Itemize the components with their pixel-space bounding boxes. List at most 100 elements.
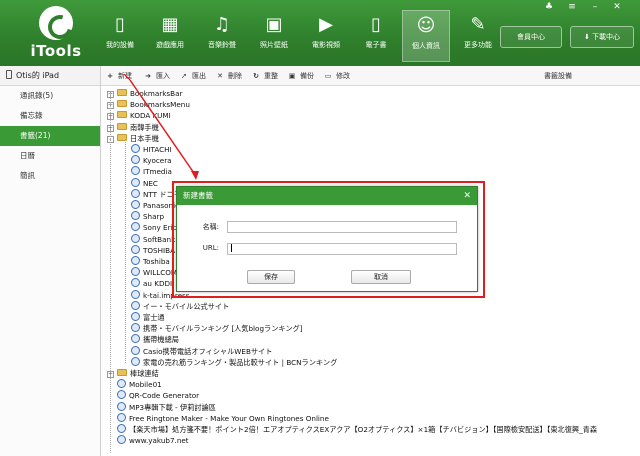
sidebar: Otis的 iPad 通訊錄(5) 備忘錄 書籤(21) 日曆 簡訊 — [0, 66, 101, 456]
bookmark-icon — [131, 312, 140, 321]
tree-bookmark[interactable]: QR-Code Generator — [107, 390, 199, 401]
download-center-button[interactable]: ⬇ 下載中心 — [570, 26, 634, 48]
refresh-button[interactable]: ↻ 重整 — [251, 66, 278, 86]
tree-item-label: au KDDI — [143, 279, 173, 289]
member-center-button[interactable]: 會員中心 — [500, 26, 562, 48]
tree-bookmark[interactable]: Mobile01 — [107, 379, 162, 390]
tree-bookmark[interactable]: 攜帶機總局 — [131, 334, 179, 345]
tree-item-label: Sharp — [143, 212, 165, 222]
nav-games-apps[interactable]: ▦ 遊戲應用 — [146, 10, 194, 62]
app-logo-text: iTools — [30, 42, 82, 60]
edit-button[interactable]: ▭ 修改 — [323, 66, 350, 86]
sidebar-item-calendar[interactable]: 日曆 — [0, 146, 100, 166]
nav-music[interactable]: ♫ 音樂鈴聲 — [198, 10, 246, 62]
save-icon: ▣ — [288, 72, 296, 80]
tree-bookmark[interactable]: Free Ringtone Maker - Make Your Own Ring… — [107, 412, 329, 424]
tree-bookmark[interactable]: ITmedia — [131, 166, 172, 177]
tree-bookmark[interactable]: TOSHIBA — [131, 244, 175, 256]
bookmark-icon — [117, 390, 126, 400]
app-logo: iTools — [20, 4, 92, 64]
folder-icon — [117, 89, 127, 96]
tree-bookmark[interactable]: Sharp — [131, 211, 164, 222]
url-input[interactable] — [227, 243, 457, 255]
nav-personal-info[interactable]: ☺ 個人資訊 — [402, 10, 450, 62]
export-icon: ➚ — [181, 72, 187, 80]
sidebar-item-bookmarks[interactable]: 書籤(21) — [0, 126, 100, 146]
nav-photos[interactable]: ▣ 照片壁紙 — [250, 10, 298, 62]
bookmark-icon — [131, 267, 140, 277]
nav-videos[interactable]: ▶ 電影視頻 — [302, 10, 350, 62]
tree-item-label: NEC — [143, 178, 158, 188]
bookmark-icon — [131, 155, 140, 165]
new-button[interactable]: + 新建 — [105, 66, 132, 86]
tree-bookmark[interactable]: Casio携帯電話オフィシャルWEBサイト — [131, 345, 273, 357]
tree-bookmark[interactable]: 富士通 — [131, 312, 165, 323]
tree-bookmark[interactable]: NEC — [131, 177, 158, 189]
phone-icon: ▯ — [115, 14, 125, 35]
nav-ebooks[interactable]: ▯ 電子書 — [352, 10, 400, 62]
tree-item-label: Kyocera — [143, 156, 172, 166]
sidebar-item-notes[interactable]: 備忘錄 — [0, 106, 100, 126]
tree-bookmark[interactable]: au KDDI — [131, 278, 172, 289]
delete-button[interactable]: ✕ 刪除 — [215, 66, 242, 86]
tree-bookmark[interactable]: 携帯・モバイルランキング [人気blogランキング] — [131, 323, 303, 334]
tree-item-label: BookmarksBar — [130, 89, 183, 98]
bookmark-icon — [131, 177, 140, 187]
bookmark-device-label[interactable]: 書籤設備 — [544, 66, 572, 86]
device-header[interactable]: Otis的 iPad — [0, 66, 100, 86]
itools-logo-icon — [39, 6, 73, 40]
dialog-close-icon[interactable]: ✕ — [463, 187, 471, 205]
tree-folder[interactable]: - 日本手機 — [107, 133, 159, 144]
plus-icon: + — [107, 72, 113, 80]
folder-icon — [117, 100, 127, 108]
itools-window: iTools ▯ 我的設備 ▦ 遊戲應用 ♫ 音樂鈴聲 ▣ 照片壁紙 ▶ 電影視… — [0, 0, 640, 456]
tree-bookmark[interactable]: イー・モバイル公式サイト — [131, 300, 229, 312]
bookmark-icon — [117, 412, 126, 422]
cancel-button[interactable]: 取消 — [351, 270, 411, 284]
tree-item-label: HITACHI — [143, 145, 172, 154]
nav-my-device[interactable]: ▯ 我的設備 — [96, 10, 144, 62]
url-label: URL: — [202, 244, 219, 252]
tree-folder[interactable]: + 南韓手機 — [107, 122, 159, 133]
folder-icon: ▭ — [324, 72, 332, 80]
tree-item-label: ITmedia — [143, 167, 172, 177]
tree-item-label: Casio携帯電話オフィシャルWEBサイト — [143, 346, 273, 356]
tree-bookmark[interactable]: WILLCOM — [131, 267, 177, 278]
bookmark-icon — [131, 233, 140, 243]
wrench-icon: ✎ — [470, 14, 486, 35]
tree-bookmark[interactable]: Kyocera — [131, 155, 172, 166]
apps-grid-icon: ▦ — [161, 14, 179, 35]
sidebar-item-messages[interactable]: 簡訊 — [0, 166, 100, 186]
tree-bookmark[interactable]: HITACHI — [131, 144, 172, 155]
tree-bookmark[interactable]: Toshiba — [131, 256, 170, 267]
save-button[interactable]: 保存 — [247, 270, 295, 284]
tree-item-label: 富士通 — [143, 313, 165, 322]
sidebar-item-contacts[interactable]: 通訊錄(5) — [0, 86, 100, 106]
import-button[interactable]: ➜ 匯入 — [143, 66, 170, 86]
tree-folder[interactable]: + 棒球連結 — [107, 368, 159, 379]
nav-more-features[interactable]: ✎ 更多功能 — [454, 10, 502, 62]
tree-bookmark[interactable]: www.yakub7.net — [107, 435, 189, 446]
tree-folder[interactable]: + KODA KUMI — [107, 110, 171, 121]
backup-button[interactable]: ▣ 備份 — [287, 66, 314, 86]
name-input[interactable] — [227, 221, 457, 233]
book-icon: ▯ — [371, 14, 381, 35]
tree-item-label: SoftBank — [143, 234, 176, 244]
tree-item-label: www.yakub7.net — [129, 436, 189, 446]
tree-bookmark[interactable]: MP3專輯下載 - 伊莉討論區 — [107, 401, 216, 413]
menu-icon[interactable]: ≡ — [566, 2, 578, 12]
tree-item-label: 棒球連結 — [130, 369, 159, 378]
bookmark-icon — [131, 211, 140, 221]
close-icon[interactable]: ✕ — [611, 2, 623, 12]
tree-folder[interactable]: + BookmarksMenu — [107, 99, 190, 110]
export-button[interactable]: ➚ 匯出 — [179, 66, 206, 86]
tablet-icon — [6, 70, 12, 79]
tree-bookmark[interactable]: 【楽天市場】処方箋不要！ポイント2倍！エアオプティクスEXアクア【O2オプティク… — [107, 424, 597, 435]
tree-folder[interactable]: + BookmarksBar — [107, 88, 182, 99]
bookmark-icon — [117, 435, 126, 445]
tree-bookmark[interactable]: 家電の売れ筋ランキング・製品比較サイト | BCNランキング — [131, 356, 337, 368]
minimize-icon[interactable]: – — [589, 2, 601, 12]
tree-bookmark[interactable]: SoftBank — [131, 233, 176, 245]
tree-guide-line — [125, 139, 126, 363]
skin-icon[interactable]: ♣ — [543, 2, 555, 12]
